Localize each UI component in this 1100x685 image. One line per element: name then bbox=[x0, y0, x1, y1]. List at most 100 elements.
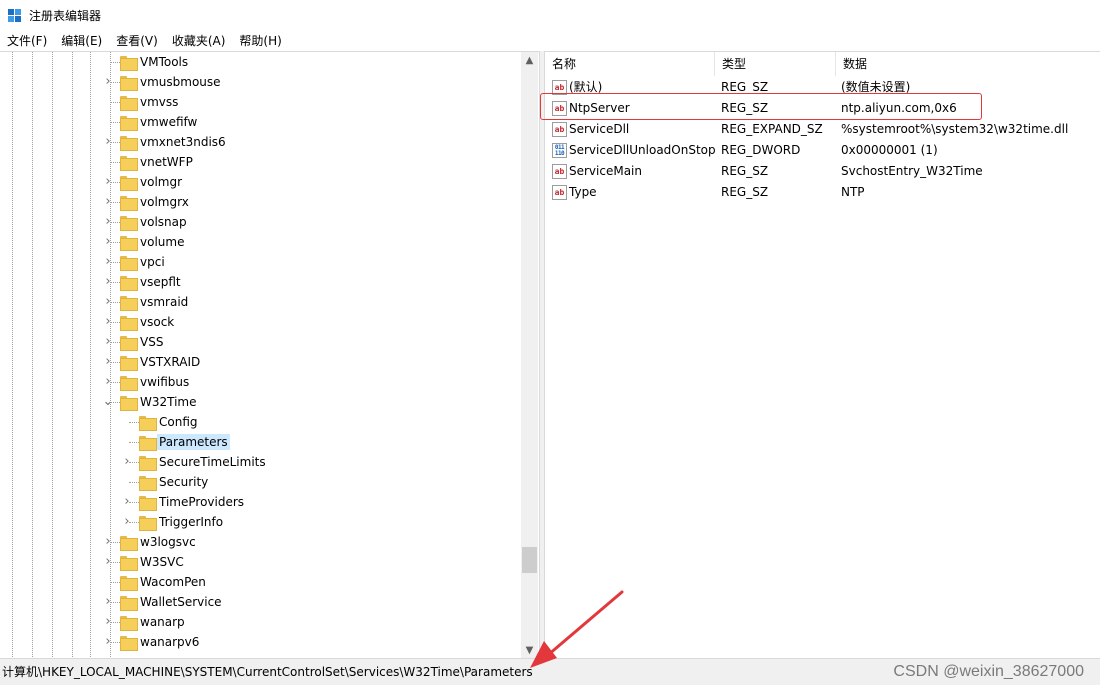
tree-item-label[interactable]: volsnap bbox=[138, 214, 189, 230]
value-row[interactable]: ab Type REG_SZ NTP bbox=[545, 182, 1100, 203]
tree-item[interactable]: Parameters bbox=[0, 432, 520, 452]
tree-item-label[interactable]: volmgrx bbox=[138, 194, 191, 210]
chevron-right-icon[interactable]: › bbox=[102, 552, 114, 572]
chevron-right-icon[interactable]: › bbox=[102, 612, 114, 632]
chevron-down-icon[interactable]: ⌄ bbox=[102, 392, 114, 412]
chevron-right-icon[interactable]: › bbox=[102, 232, 114, 252]
tree-item[interactable]: › vsock bbox=[0, 312, 520, 332]
tree-item[interactable]: › vsmraid bbox=[0, 292, 520, 312]
column-header-name[interactable]: 名称 bbox=[545, 52, 715, 76]
tree-item[interactable]: › volmgr bbox=[0, 172, 520, 192]
value-row[interactable]: ab (默认) REG_SZ (数值未设置) bbox=[545, 77, 1100, 98]
menu-favorites[interactable]: 收藏夹(A) bbox=[165, 31, 233, 51]
chevron-right-icon[interactable]: › bbox=[102, 252, 114, 272]
tree-item-label[interactable]: vmvss bbox=[138, 94, 180, 110]
menu-view[interactable]: 查看(V) bbox=[109, 31, 165, 51]
tree-item-label[interactable]: vsmraid bbox=[138, 294, 190, 310]
tree-item-label[interactable]: TimeProviders bbox=[157, 494, 246, 510]
tree-item[interactable]: vmvss bbox=[0, 92, 520, 112]
tree-vertical-scrollbar[interactable]: ▲ ▼ bbox=[521, 52, 538, 658]
tree-item[interactable]: › wanarp bbox=[0, 612, 520, 632]
tree-item[interactable]: › vmxnet3ndis6 bbox=[0, 132, 520, 152]
tree-item[interactable]: › VSTXRAID bbox=[0, 352, 520, 372]
tree-item-label[interactable]: VSS bbox=[138, 334, 165, 350]
tree-item[interactable]: › volume bbox=[0, 232, 520, 252]
column-header-data[interactable]: 数据 bbox=[836, 52, 1100, 76]
value-row[interactable]: ab NtpServer REG_SZ ntp.aliyun.com,0x6 bbox=[545, 98, 1100, 119]
tree-item-label[interactable]: Security bbox=[157, 474, 210, 490]
tree-item[interactable]: › w3logsvc bbox=[0, 532, 520, 552]
tree-item[interactable]: › WalletService bbox=[0, 592, 520, 612]
tree-item-label[interactable]: TriggerInfo bbox=[157, 514, 225, 530]
key-path-address[interactable]: 计算机\HKEY_LOCAL_MACHINE\SYSTEM\CurrentCon… bbox=[2, 663, 533, 681]
chevron-right-icon[interactable]: › bbox=[102, 272, 114, 292]
chevron-right-icon[interactable]: › bbox=[102, 72, 114, 92]
chevron-right-icon[interactable]: › bbox=[102, 132, 114, 152]
tree-item[interactable]: Config bbox=[0, 412, 520, 432]
tree-item[interactable]: › vmusbmouse bbox=[0, 72, 520, 92]
tree-item-label[interactable]: SecureTimeLimits bbox=[157, 454, 268, 470]
tree-item[interactable]: › VSS bbox=[0, 332, 520, 352]
tree-item[interactable]: › SecureTimeLimits bbox=[0, 452, 520, 472]
chevron-right-icon[interactable]: › bbox=[102, 312, 114, 332]
tree-item-label[interactable]: vmwefifw bbox=[138, 114, 199, 130]
chevron-right-icon[interactable]: › bbox=[121, 512, 133, 532]
tree-item-label[interactable]: W3SVC bbox=[138, 554, 186, 570]
chevron-right-icon[interactable]: › bbox=[102, 212, 114, 232]
tree-item-label[interactable]: volume bbox=[138, 234, 186, 250]
tree-item[interactable]: › W3SVC bbox=[0, 552, 520, 572]
tree-item-label[interactable]: vnetWFP bbox=[138, 154, 195, 170]
chevron-right-icon[interactable]: › bbox=[102, 332, 114, 352]
menu-file[interactable]: 文件(F) bbox=[0, 31, 54, 51]
tree-item[interactable]: › volsnap bbox=[0, 212, 520, 232]
tree-item-label[interactable]: VMTools bbox=[138, 54, 190, 70]
tree-item-label[interactable]: W32Time bbox=[138, 394, 199, 410]
tree-item[interactable]: vnetWFP bbox=[0, 152, 520, 172]
value-row[interactable]: ab ServiceDll REG_EXPAND_SZ %systemroot%\sy… bbox=[545, 119, 1100, 140]
tree-item[interactable]: › wanarpv6 bbox=[0, 632, 520, 652]
tree-item[interactable]: › TimeProviders bbox=[0, 492, 520, 512]
tree-item-label[interactable]: WalletService bbox=[138, 594, 224, 610]
tree-item-label[interactable]: vpci bbox=[138, 254, 167, 270]
tree-item-label[interactable]: wanarpv6 bbox=[138, 634, 201, 650]
tree-item-label[interactable]: vsock bbox=[138, 314, 176, 330]
value-row[interactable]: 011 110 ServiceDllUnloadOnStop REG_DWORD 0x… bbox=[545, 140, 1100, 161]
tree-item-label[interactable]: volmgr bbox=[138, 174, 184, 190]
chevron-right-icon[interactable]: › bbox=[102, 352, 114, 372]
tree-item[interactable]: › vpci bbox=[0, 252, 520, 272]
chevron-right-icon[interactable]: › bbox=[121, 452, 133, 472]
menu-help[interactable]: 帮助(H) bbox=[232, 31, 288, 51]
tree-item[interactable]: › vwifibus bbox=[0, 372, 520, 392]
chevron-right-icon[interactable]: › bbox=[102, 532, 114, 552]
tree-item-label[interactable]: vmxnet3ndis6 bbox=[138, 134, 228, 150]
tree-item[interactable]: vmwefifw bbox=[0, 112, 520, 132]
scroll-down-arrow-icon[interactable]: ▼ bbox=[521, 642, 538, 658]
tree-item[interactable]: › vsepflt bbox=[0, 272, 520, 292]
registry-key-tree[interactable]: ▲ ▼ VMTools › vmusbmouse vmvss vmwefifw › vmxn… bbox=[0, 51, 540, 658]
chevron-right-icon[interactable]: › bbox=[102, 172, 114, 192]
tree-item-label[interactable]: w3logsvc bbox=[138, 534, 198, 550]
tree-item-label[interactable]: Config bbox=[157, 414, 200, 430]
column-header-type[interactable]: 类型 bbox=[715, 52, 836, 76]
chevron-right-icon[interactable]: › bbox=[102, 592, 114, 612]
tree-item[interactable]: › volmgrx bbox=[0, 192, 520, 212]
tree-item[interactable]: › TriggerInfo bbox=[0, 512, 520, 532]
tree-item-label[interactable]: vmusbmouse bbox=[138, 74, 223, 90]
chevron-right-icon[interactable]: › bbox=[102, 192, 114, 212]
menu-edit[interactable]: 编辑(E) bbox=[54, 31, 109, 51]
scroll-thumb[interactable] bbox=[522, 547, 537, 573]
tree-item-label[interactable]: vwifibus bbox=[138, 374, 191, 390]
tree-item-label[interactable]: wanarp bbox=[138, 614, 187, 630]
tree-item-label[interactable]: WacomPen bbox=[138, 574, 208, 590]
chevron-right-icon[interactable]: › bbox=[102, 632, 114, 652]
registry-value-list[interactable]: 名称 类型 数据 ab (默认) REG_SZ (数值未设置) ab NtpServer R… bbox=[544, 51, 1100, 658]
tree-item-label[interactable]: Parameters bbox=[157, 434, 230, 450]
chevron-right-icon[interactable]: › bbox=[102, 372, 114, 392]
tree-item-label[interactable]: vsepflt bbox=[138, 274, 183, 290]
scroll-up-arrow-icon[interactable]: ▲ bbox=[521, 52, 538, 69]
tree-item[interactable]: Security bbox=[0, 472, 520, 492]
value-row[interactable]: ab ServiceMain REG_SZ SvchostEntry_W32Time bbox=[545, 161, 1100, 182]
chevron-right-icon[interactable]: › bbox=[102, 292, 114, 312]
tree-item-label[interactable]: VSTXRAID bbox=[138, 354, 202, 370]
tree-item[interactable]: WacomPen bbox=[0, 572, 520, 592]
